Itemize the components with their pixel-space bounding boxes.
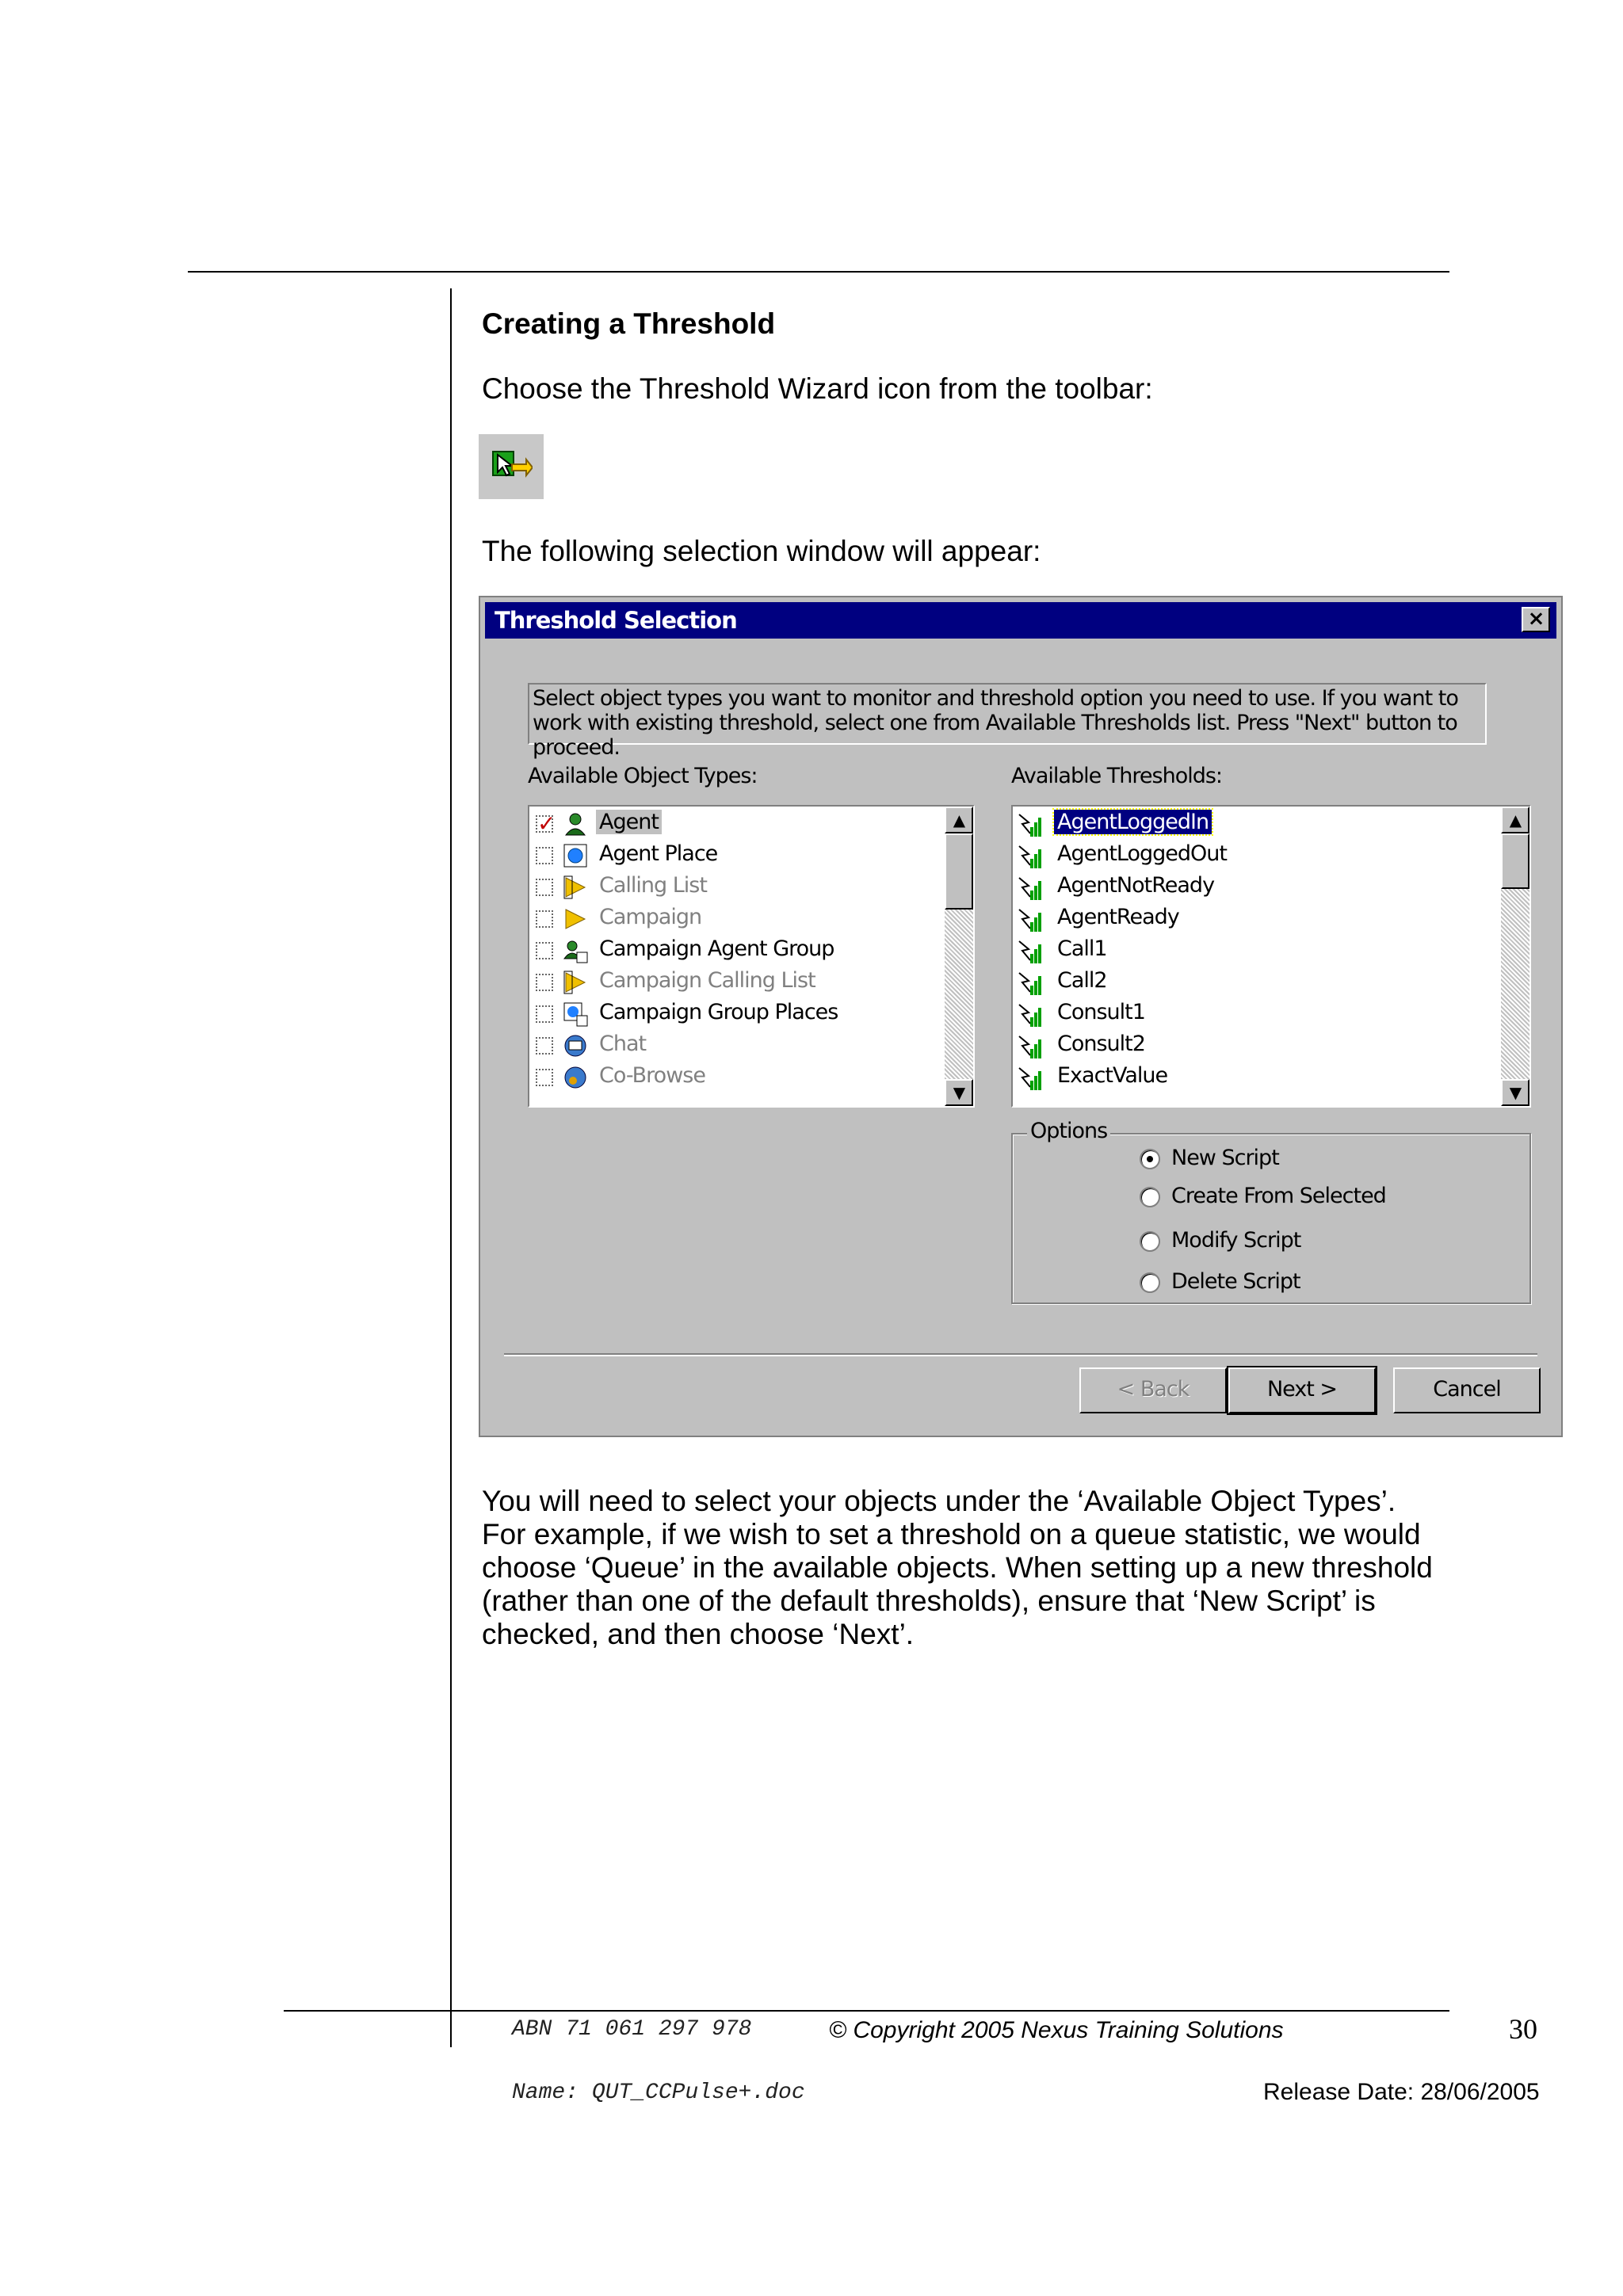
campaign-agent-group-icon [563,938,588,963]
calling-list-icon [563,970,588,995]
scroll-thumb[interactable] [945,833,973,910]
button-separator [504,1353,1537,1356]
scroll-up-icon[interactable]: ▲ [945,807,973,833]
options-label: Options [1027,1119,1111,1143]
thresholds-list[interactable]: AgentLoggedIn AgentLoggedOut AgentNotReady… [1011,805,1531,1108]
thresholds-label: Available Thresholds: [1011,764,1223,788]
option-label[interactable]: New Script [1171,1146,1280,1170]
object-types-scrollbar[interactable]: ▲ ▼ [945,807,973,1106]
scroll-up-icon[interactable]: ▲ [1501,807,1529,833]
campaign-icon [563,906,588,932]
scroll-down-icon[interactable]: ▼ [1501,1079,1529,1106]
threshold-selection-dialog: Threshold Selection × Select object type… [479,596,1563,1437]
option-radio[interactable] [1140,1187,1160,1207]
dialog-title-bar[interactable]: Threshold Selection × [485,602,1556,639]
footer-rule [284,2010,1449,2012]
threshold-label: Consult2 [1057,1032,1146,1056]
body-paragraph: You will need to select your objects und… [482,1485,1433,1650]
close-icon[interactable]: × [1522,607,1550,632]
object-type-checkbox[interactable] [536,910,553,928]
threshold-label: Consult1 [1057,1000,1146,1024]
option-label[interactable]: Delete Script [1171,1269,1301,1294]
object-types-list[interactable]: Agent Agent Place Calling List Campaign Camp… [528,805,975,1108]
footer-abn: ABN 71 061 297 978 [512,2017,752,2042]
option-label[interactable]: Create From Selected [1171,1184,1387,1208]
page-number: 30 [1509,2013,1537,2045]
selection-text: The following selection window will appe… [482,535,1041,567]
dialog-title: Threshold Selection [495,607,738,634]
object-type-label: Campaign Agent Group [599,936,834,961]
object-type-label: Agent Place [599,841,718,866]
intro-text: Choose the Threshold Wizard icon from th… [482,372,1153,405]
threshold-icon [1016,1033,1041,1058]
threshold-wizard-icon [479,434,544,499]
threshold-label: Call1 [1057,936,1108,961]
threshold-label: Call2 [1057,968,1108,993]
place-icon [563,843,588,868]
page-heading: Creating a Threshold [482,307,776,340]
threshold-icon [1016,970,1041,995]
object-type-checkbox[interactable] [536,1069,553,1086]
threshold-icon [1016,843,1041,868]
object-types-label: Available Object Types: [528,764,758,788]
chat-icon [563,1033,588,1058]
object-type-checkbox[interactable] [536,974,553,991]
cancel-button[interactable]: Cancel [1393,1367,1541,1413]
object-type-checkbox[interactable] [536,810,555,837]
thresholds-scrollbar[interactable]: ▲ ▼ [1501,807,1529,1106]
threshold-label: AgentLoggedIn [1052,808,1214,836]
threshold-label: AgentLoggedOut [1057,841,1228,866]
threshold-icon [1016,1001,1041,1027]
scroll-thumb[interactable] [1501,833,1529,889]
threshold-label: AgentReady [1057,905,1180,929]
option-radio[interactable] [1140,1272,1160,1293]
threshold-icon [1016,875,1041,900]
option-radio[interactable] [1140,1231,1160,1252]
option-radio[interactable] [1140,1149,1160,1169]
object-type-label: Campaign Calling List [599,968,816,993]
agent-icon [563,811,588,837]
object-type-label: Co-Browse [599,1063,706,1088]
object-type-checkbox[interactable] [536,879,553,896]
options-group: Options New Script Create From Selected Mo… [1011,1119,1531,1304]
next-button[interactable]: Next > [1227,1366,1377,1415]
campaign-group-places-icon [563,1001,588,1027]
threshold-icon [1016,906,1041,932]
back-button[interactable]: < Back [1079,1367,1227,1413]
footer-release-date: Release Date: 28/06/2005 [1263,2079,1540,2105]
threshold-label: ExactValue [1057,1063,1168,1088]
margin-rule [450,288,452,2047]
object-type-label: Calling List [599,873,708,898]
object-type-label: Agent [596,810,662,834]
co-browse-icon [563,1065,588,1090]
instructions-text: Select object types you want to monitor … [528,683,1487,760]
object-type-checkbox[interactable] [536,942,553,959]
calling-list-icon [563,875,588,900]
object-type-checkbox[interactable] [536,847,553,864]
header-rule [188,271,1449,273]
threshold-icon [1016,938,1041,963]
threshold-icon [1016,1065,1041,1090]
object-type-label: Chat [599,1032,647,1056]
footer-filename: Name: QUT_CCPulse+.doc [512,2081,805,2105]
threshold-label: AgentNotReady [1057,873,1215,898]
object-type-label: Campaign Group Places [599,1000,838,1024]
threshold-icon [1016,811,1041,837]
option-label[interactable]: Modify Script [1171,1228,1301,1253]
footer-copyright: © Copyright 2005 Nexus Training Solution… [829,2017,1284,2043]
object-type-label: Campaign [599,905,702,929]
scroll-down-icon[interactable]: ▼ [945,1079,973,1106]
object-type-checkbox[interactable] [536,1005,553,1023]
object-type-checkbox[interactable] [536,1037,553,1055]
